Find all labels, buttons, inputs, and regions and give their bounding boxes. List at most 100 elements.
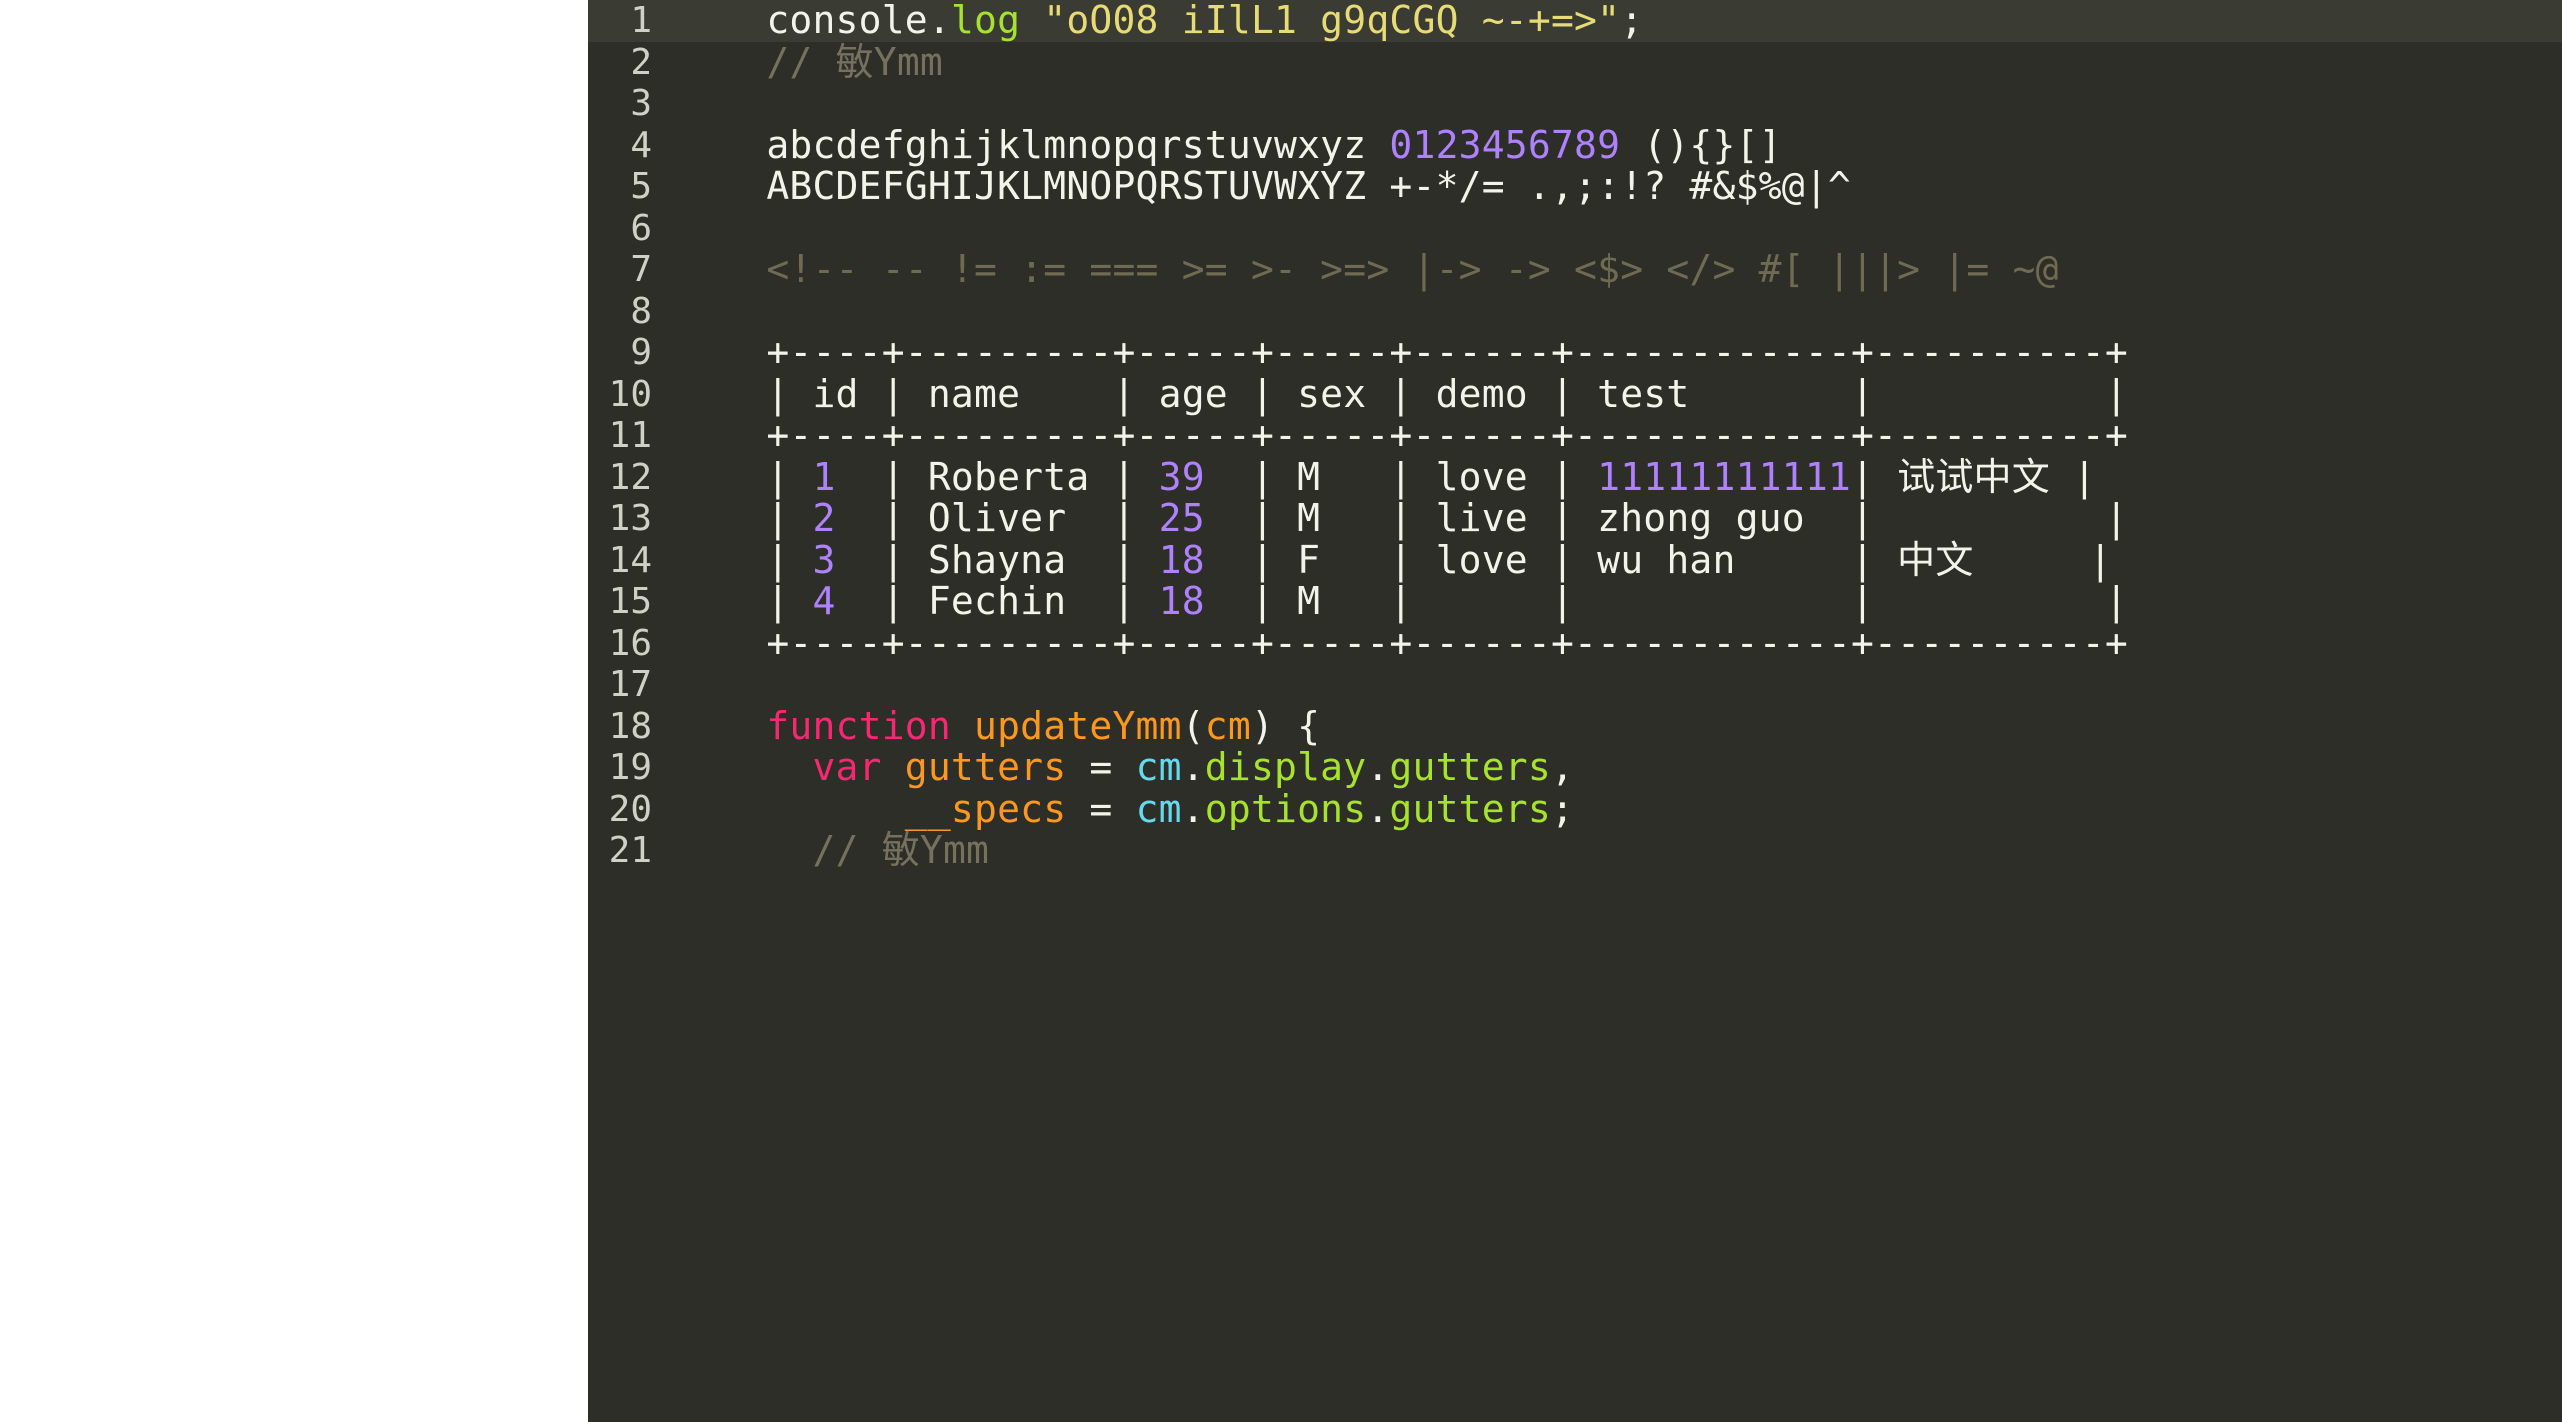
code-line[interactable]: 11 +----+---------+-----+-----+------+--… [588,413,2562,457]
token-plain: | M | love | [1204,454,1598,499]
code-editor[interactable]: 1 console.log "oO08 iIlL1 g9qCGQ ~-+=>";… [588,0,2562,1422]
code-line[interactable]: 20 __specs = cm.options.gutters; [588,786,2562,831]
token-var: __specs [904,786,1067,831]
code-line[interactable]: 18 function updateYmm(cm) { [588,703,2562,748]
line-number: 20 [608,788,652,830]
token-plain: console [766,0,928,42]
line-number: 10 [608,373,652,415]
code-line-content[interactable]: // 敏Ymm [674,39,2562,84]
code-line[interactable]: 16 +----+---------+-----+-----+------+--… [588,620,2562,665]
token-func: updateYmm [974,703,1182,748]
code-line-content[interactable]: +----+---------+-----+-----+------+-----… [674,330,2562,374]
line-number: 7 [630,249,652,290]
token-var: cm [1204,703,1251,748]
token-comment: // 敏Ymm [812,828,990,872]
token-plain: | [766,496,813,540]
line-number: 12 [608,456,652,498]
code-line[interactable]: 13 | 2 | Oliver | 25 | M | live | zhong … [588,496,2562,540]
token-punct: , [1550,745,1575,789]
code-line[interactable]: 6 [588,208,2562,250]
token-plain: | M | live | zhong guo | | [1204,496,2128,540]
code-line[interactable]: 7 <!-- -- != := === >= >- >=> |-> -> <$>… [588,247,2562,291]
code-line-content[interactable]: | 4 | Fechin | 18 | M | | | | [674,579,2562,623]
code-line[interactable]: 3 [588,83,2562,125]
code-line[interactable]: 12 | 1 | Roberta | 39 | M | love | 11111… [588,454,2562,499]
screenshot-root: 1 console.log "oO08 iIlL1 g9qCGQ ~-+=>";… [0,0,2562,1422]
code-line-content[interactable]: | id | name | age | sex | demo | test | … [674,372,2562,416]
code-line[interactable]: 19 var gutters = cm.display.gutters, [588,745,2562,789]
token-param: cm [1135,745,1182,789]
token-plain: | [766,537,813,582]
token-number: 25 [1158,496,1205,540]
token-number: 18 [1158,537,1205,582]
code-line-content[interactable]: <!-- -- != := === >= >- >=> |-> -> <$> <… [674,247,2562,291]
code-line-content[interactable]: __specs = cm.options.gutters; [674,786,2562,831]
code-line-content[interactable]: var gutters = cm.display.gutters, [674,745,2562,789]
line-number: 9 [630,332,652,373]
line-number: 18 [608,705,652,747]
line-number: 11 [608,415,652,456]
token-plain: +----+---------+-----+-----+------+-----… [766,620,2128,665]
code-line[interactable]: 9 +----+---------+-----+-----+------+---… [588,330,2562,374]
code-line-content[interactable] [674,664,2562,706]
code-line-content[interactable]: | 2 | Oliver | 25 | M | live | zhong guo… [674,496,2562,540]
code-line[interactable]: 1 console.log "oO08 iIlL1 g9qCGQ ~-+=>"; [588,0,2562,42]
token-number: 2 [812,496,836,540]
token-punct: . [1366,745,1390,789]
token-plain: . [927,0,951,42]
code-line[interactable]: 17 [588,664,2562,706]
code-line[interactable]: 14 | 3 | Shayna | 18 | F | love | wu han… [588,537,2562,582]
token-keyword: var [812,745,882,789]
token-prop: gutters [1389,745,1551,789]
code-line-content[interactable] [674,291,2562,333]
line-number: 13 [608,498,652,539]
code-line-content[interactable] [674,83,2562,125]
code-line[interactable]: 15 | 4 | Fechin | 18 | M | | | | [588,579,2562,623]
code-line[interactable]: 10 | id | name | age | sex | demo | test… [588,372,2562,416]
code-line[interactable]: 8 [588,291,2562,333]
token-number: 4 [812,579,836,623]
code-line-content[interactable]: +----+---------+-----+-----+------+-----… [674,413,2562,457]
code-line-content[interactable]: function updateYmm(cm) { [674,703,2562,748]
token-plain: | F | love | wu han | 中文 | [1204,537,2113,582]
code-line[interactable]: 21 // 敏Ymm [588,828,2562,872]
code-line-content[interactable]: // 敏Ymm [674,828,2562,872]
code-line-content[interactable] [674,208,2562,250]
token-plain: | M | | | | [1204,579,2128,623]
code-line[interactable]: 4 abcdefghijklmnopqrstuvwxyz 0123456789 … [588,122,2562,167]
line-number: 4 [630,124,652,166]
code-line[interactable]: 2 // 敏Ymm [588,39,2562,84]
line-number: 21 [608,830,652,871]
code-line-content[interactable]: +----+---------+-----+-----+------+-----… [674,620,2562,665]
token-prop: options [1204,786,1367,831]
code-line-content[interactable]: | 1 | Roberta | 39 | M | love | 11111111… [674,454,2562,499]
code-line-content[interactable]: ABCDEFGHIJKLMNOPQRSTUVWXYZ +-*/= .,;:!? … [674,164,2562,208]
token-number: 3 [812,537,836,582]
token-muted: <!-- -- != := === >= >- >=> |-> -> <$> <… [766,247,2059,291]
token-plain: abcdefghijklmnopqrstuvwxyz [766,122,1367,167]
token-comment: // 敏Ymm [766,39,943,84]
code-line-content[interactable]: abcdefghijklmnopqrstuvwxyz 0123456789 ()… [674,122,2562,167]
code-line[interactable]: 5 ABCDEFGHIJKLMNOPQRSTUVWXYZ +-*/= .,;:!… [588,164,2562,208]
code-line-content[interactable]: | 3 | Shayna | 18 | F | love | wu han | … [674,537,2562,582]
token-string: "oO08 iIlL1 g9qCGQ ~-+=>" [1043,0,1621,42]
code-line-content[interactable]: console.log "oO08 iIlL1 g9qCGQ ~-+=>"; [674,0,2562,42]
token-plain: | 试试中文 | [1850,454,2097,499]
token-plain: ABCDEFGHIJKLMNOPQRSTUVWXYZ +-*/= .,;:!? … [766,164,1851,208]
line-number: 1 [630,0,652,41]
line-number: 2 [630,41,652,83]
